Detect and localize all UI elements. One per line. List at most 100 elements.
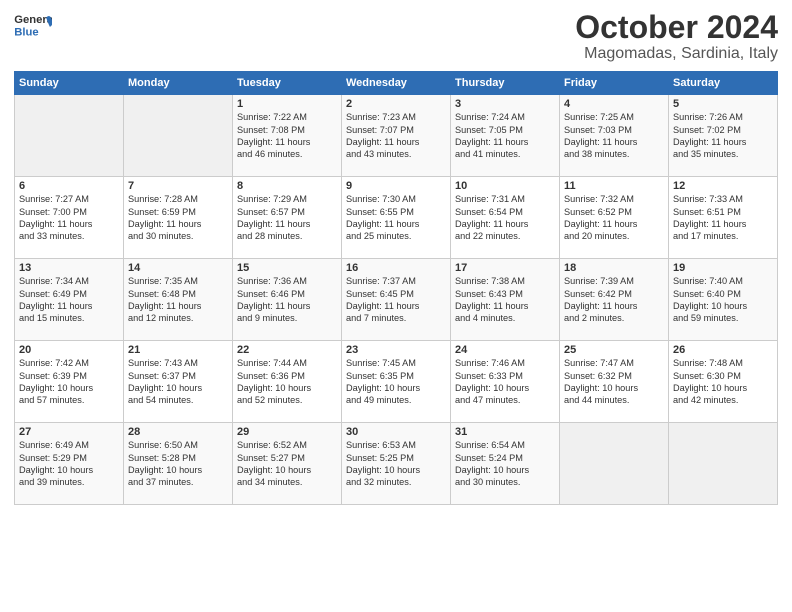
day-number: 19	[673, 262, 773, 274]
day-number: 20	[19, 344, 119, 356]
day-info: Sunrise: 7:29 AM Sunset: 6:57 PM Dayligh…	[237, 193, 337, 243]
day-number: 29	[237, 426, 337, 438]
day-info: Sunrise: 7:37 AM Sunset: 6:45 PM Dayligh…	[346, 275, 446, 325]
header-friday: Friday	[560, 72, 669, 95]
calendar-cell: 20Sunrise: 7:42 AM Sunset: 6:39 PM Dayli…	[15, 341, 124, 423]
day-info: Sunrise: 7:42 AM Sunset: 6:39 PM Dayligh…	[19, 357, 119, 407]
svg-text:Blue: Blue	[14, 26, 38, 38]
day-info: Sunrise: 7:33 AM Sunset: 6:51 PM Dayligh…	[673, 193, 773, 243]
day-number: 25	[564, 344, 664, 356]
header-tuesday: Tuesday	[233, 72, 342, 95]
header-saturday: Saturday	[669, 72, 778, 95]
logo: General Blue	[14, 10, 54, 40]
calendar-cell: 26Sunrise: 7:48 AM Sunset: 6:30 PM Dayli…	[669, 341, 778, 423]
calendar-cell: 18Sunrise: 7:39 AM Sunset: 6:42 PM Dayli…	[560, 259, 669, 341]
day-number: 8	[237, 180, 337, 192]
day-number: 26	[673, 344, 773, 356]
calendar-table: Sunday Monday Tuesday Wednesday Thursday…	[14, 71, 778, 505]
calendar-cell: 24Sunrise: 7:46 AM Sunset: 6:33 PM Dayli…	[451, 341, 560, 423]
day-number: 16	[346, 262, 446, 274]
calendar-cell: 29Sunrise: 6:52 AM Sunset: 5:27 PM Dayli…	[233, 423, 342, 505]
calendar-cell	[669, 423, 778, 505]
calendar-cell: 10Sunrise: 7:31 AM Sunset: 6:54 PM Dayli…	[451, 177, 560, 259]
calendar-cell: 19Sunrise: 7:40 AM Sunset: 6:40 PM Dayli…	[669, 259, 778, 341]
day-number: 2	[346, 98, 446, 110]
calendar-week-row: 20Sunrise: 7:42 AM Sunset: 6:39 PM Dayli…	[15, 341, 778, 423]
day-info: Sunrise: 7:35 AM Sunset: 6:48 PM Dayligh…	[128, 275, 228, 325]
day-info: Sunrise: 7:27 AM Sunset: 7:00 PM Dayligh…	[19, 193, 119, 243]
day-info: Sunrise: 7:26 AM Sunset: 7:02 PM Dayligh…	[673, 111, 773, 161]
calendar-cell	[15, 95, 124, 177]
calendar-cell: 15Sunrise: 7:36 AM Sunset: 6:46 PM Dayli…	[233, 259, 342, 341]
calendar-cell: 1Sunrise: 7:22 AM Sunset: 7:08 PM Daylig…	[233, 95, 342, 177]
location-title: Magomadas, Sardinia, Italy	[575, 45, 778, 63]
calendar-week-row: 13Sunrise: 7:34 AM Sunset: 6:49 PM Dayli…	[15, 259, 778, 341]
day-number: 24	[455, 344, 555, 356]
calendar-cell: 9Sunrise: 7:30 AM Sunset: 6:55 PM Daylig…	[342, 177, 451, 259]
day-number: 31	[455, 426, 555, 438]
day-number: 18	[564, 262, 664, 274]
day-number: 3	[455, 98, 555, 110]
day-info: Sunrise: 7:46 AM Sunset: 6:33 PM Dayligh…	[455, 357, 555, 407]
calendar-week-row: 6Sunrise: 7:27 AM Sunset: 7:00 PM Daylig…	[15, 177, 778, 259]
day-number: 23	[346, 344, 446, 356]
calendar-cell: 12Sunrise: 7:33 AM Sunset: 6:51 PM Dayli…	[669, 177, 778, 259]
day-number: 12	[673, 180, 773, 192]
day-number: 13	[19, 262, 119, 274]
logo-icon: General Blue	[14, 10, 52, 40]
header-wednesday: Wednesday	[342, 72, 451, 95]
day-number: 5	[673, 98, 773, 110]
calendar-cell: 23Sunrise: 7:45 AM Sunset: 6:35 PM Dayli…	[342, 341, 451, 423]
day-number: 4	[564, 98, 664, 110]
day-info: Sunrise: 7:34 AM Sunset: 6:49 PM Dayligh…	[19, 275, 119, 325]
page-header: General Blue October 2024 Magomadas, Sar…	[14, 10, 778, 63]
calendar-cell: 25Sunrise: 7:47 AM Sunset: 6:32 PM Dayli…	[560, 341, 669, 423]
day-number: 11	[564, 180, 664, 192]
day-info: Sunrise: 6:52 AM Sunset: 5:27 PM Dayligh…	[237, 439, 337, 489]
day-number: 7	[128, 180, 228, 192]
day-info: Sunrise: 7:40 AM Sunset: 6:40 PM Dayligh…	[673, 275, 773, 325]
day-info: Sunrise: 7:23 AM Sunset: 7:07 PM Dayligh…	[346, 111, 446, 161]
calendar-header-row: Sunday Monday Tuesday Wednesday Thursday…	[15, 72, 778, 95]
day-info: Sunrise: 7:39 AM Sunset: 6:42 PM Dayligh…	[564, 275, 664, 325]
calendar-cell: 13Sunrise: 7:34 AM Sunset: 6:49 PM Dayli…	[15, 259, 124, 341]
day-number: 21	[128, 344, 228, 356]
calendar-cell: 30Sunrise: 6:53 AM Sunset: 5:25 PM Dayli…	[342, 423, 451, 505]
day-info: Sunrise: 7:44 AM Sunset: 6:36 PM Dayligh…	[237, 357, 337, 407]
day-info: Sunrise: 7:25 AM Sunset: 7:03 PM Dayligh…	[564, 111, 664, 161]
header-sunday: Sunday	[15, 72, 124, 95]
day-number: 9	[346, 180, 446, 192]
day-number: 6	[19, 180, 119, 192]
calendar-week-row: 1Sunrise: 7:22 AM Sunset: 7:08 PM Daylig…	[15, 95, 778, 177]
day-info: Sunrise: 7:24 AM Sunset: 7:05 PM Dayligh…	[455, 111, 555, 161]
calendar-cell	[124, 95, 233, 177]
day-info: Sunrise: 7:36 AM Sunset: 6:46 PM Dayligh…	[237, 275, 337, 325]
calendar-cell: 21Sunrise: 7:43 AM Sunset: 6:37 PM Dayli…	[124, 341, 233, 423]
calendar-cell: 6Sunrise: 7:27 AM Sunset: 7:00 PM Daylig…	[15, 177, 124, 259]
day-info: Sunrise: 6:49 AM Sunset: 5:29 PM Dayligh…	[19, 439, 119, 489]
calendar-cell: 5Sunrise: 7:26 AM Sunset: 7:02 PM Daylig…	[669, 95, 778, 177]
day-number: 15	[237, 262, 337, 274]
day-info: Sunrise: 6:54 AM Sunset: 5:24 PM Dayligh…	[455, 439, 555, 489]
header-monday: Monday	[124, 72, 233, 95]
day-number: 10	[455, 180, 555, 192]
day-number: 28	[128, 426, 228, 438]
calendar-cell: 7Sunrise: 7:28 AM Sunset: 6:59 PM Daylig…	[124, 177, 233, 259]
day-info: Sunrise: 7:45 AM Sunset: 6:35 PM Dayligh…	[346, 357, 446, 407]
calendar-week-row: 27Sunrise: 6:49 AM Sunset: 5:29 PM Dayli…	[15, 423, 778, 505]
day-number: 27	[19, 426, 119, 438]
month-title: October 2024	[575, 10, 778, 45]
day-info: Sunrise: 7:30 AM Sunset: 6:55 PM Dayligh…	[346, 193, 446, 243]
page-container: General Blue October 2024 Magomadas, Sar…	[0, 0, 792, 511]
calendar-cell: 17Sunrise: 7:38 AM Sunset: 6:43 PM Dayli…	[451, 259, 560, 341]
calendar-cell: 14Sunrise: 7:35 AM Sunset: 6:48 PM Dayli…	[124, 259, 233, 341]
day-info: Sunrise: 7:28 AM Sunset: 6:59 PM Dayligh…	[128, 193, 228, 243]
calendar-cell: 2Sunrise: 7:23 AM Sunset: 7:07 PM Daylig…	[342, 95, 451, 177]
day-info: Sunrise: 6:53 AM Sunset: 5:25 PM Dayligh…	[346, 439, 446, 489]
day-number: 22	[237, 344, 337, 356]
day-info: Sunrise: 7:22 AM Sunset: 7:08 PM Dayligh…	[237, 111, 337, 161]
calendar-cell: 28Sunrise: 6:50 AM Sunset: 5:28 PM Dayli…	[124, 423, 233, 505]
day-number: 30	[346, 426, 446, 438]
calendar-cell: 3Sunrise: 7:24 AM Sunset: 7:05 PM Daylig…	[451, 95, 560, 177]
calendar-cell: 11Sunrise: 7:32 AM Sunset: 6:52 PM Dayli…	[560, 177, 669, 259]
